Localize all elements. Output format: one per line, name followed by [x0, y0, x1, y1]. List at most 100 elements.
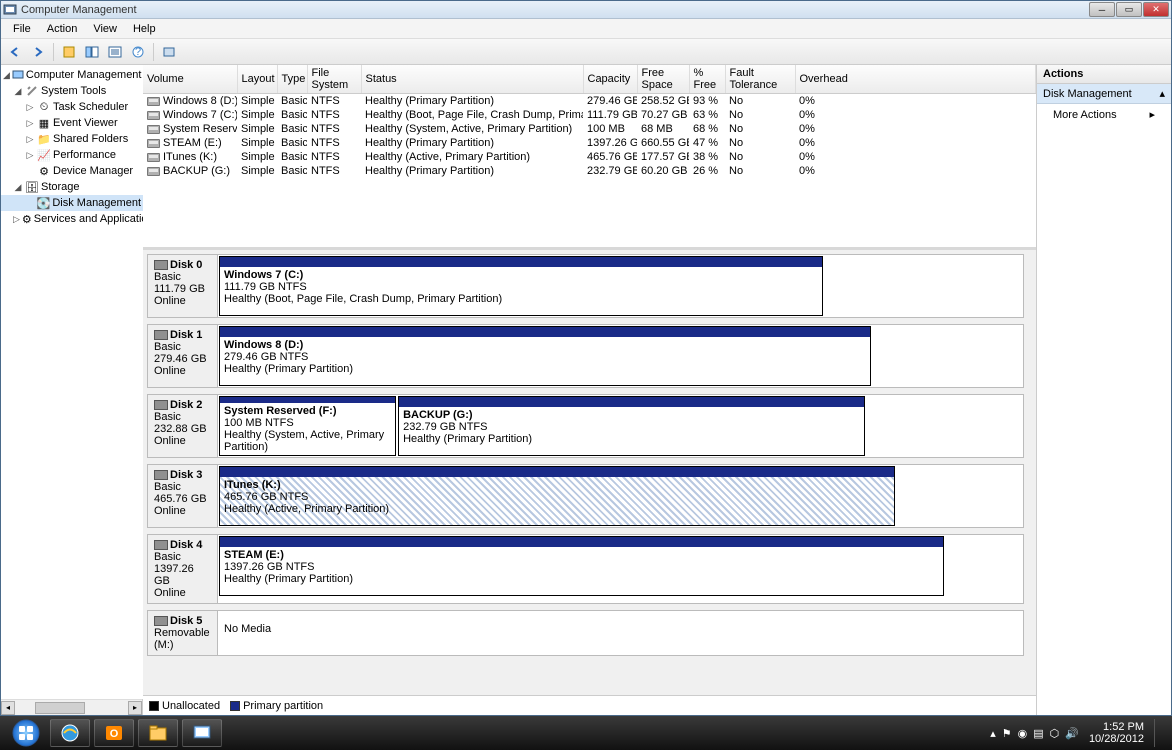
- cell-status: Healthy (Primary Partition): [361, 94, 583, 109]
- cell-pct: 47 %: [689, 136, 725, 150]
- show-desktop-button[interactable]: [1154, 719, 1162, 747]
- taskbar-outlook[interactable]: O: [94, 719, 134, 747]
- taskbar-explorer[interactable]: [138, 719, 178, 747]
- col-status[interactable]: Status: [361, 65, 583, 94]
- actions-section-label: Disk Management: [1043, 88, 1132, 100]
- tree-services-apps[interactable]: ▷⚙Services and Applications: [1, 211, 143, 227]
- partition[interactable]: Windows 7 (C:)111.79 GB NTFSHealthy (Boo…: [219, 256, 823, 316]
- disk-row[interactable]: Disk 5Removable (M:)No Media: [147, 610, 1024, 656]
- cell-volume: Windows 7 (C:): [143, 108, 237, 122]
- menu-file[interactable]: File: [5, 21, 39, 37]
- col-type[interactable]: Type: [277, 65, 307, 94]
- tray-volume-icon[interactable]: 🔊: [1065, 727, 1079, 740]
- partition-strip: STEAM (E:)1397.26 GB NTFSHealthy (Primar…: [218, 535, 1023, 597]
- tree-label: Device Manager: [53, 165, 133, 177]
- tray-up-icon[interactable]: ▴: [990, 727, 996, 740]
- menu-view[interactable]: View: [85, 21, 125, 37]
- expand-icon[interactable]: ▷: [25, 134, 35, 145]
- column-headers[interactable]: Volume Layout Type File System Status Ca…: [143, 65, 1036, 94]
- disk-row[interactable]: Disk 2Basic232.88 GBOnlineSystem Reserve…: [147, 394, 1024, 458]
- tree-storage[interactable]: ◢ 🗄 Storage: [1, 179, 143, 195]
- collapse-icon[interactable]: ◢: [3, 70, 10, 81]
- col-pctfree[interactable]: % Free: [689, 65, 725, 94]
- expand-icon[interactable]: ▷: [13, 214, 20, 225]
- collapse-icon[interactable]: ◢: [13, 182, 23, 193]
- navigation-tree[interactable]: ◢ Computer Management (Local ◢ System To…: [1, 65, 143, 699]
- cell-free: 258.52 GB: [637, 94, 689, 109]
- partition[interactable]: ITunes (K:)465.76 GB NTFSHealthy (Active…: [219, 466, 895, 526]
- table-row[interactable]: Windows 8 (D:)SimpleBasicNTFSHealthy (Pr…: [143, 94, 1036, 109]
- expand-icon[interactable]: ▷: [25, 150, 35, 161]
- close-button[interactable]: ✕: [1143, 2, 1169, 17]
- tray-app2-icon[interactable]: ▤: [1033, 727, 1043, 740]
- partition[interactable]: STEAM (E:)1397.26 GB NTFSHealthy (Primar…: [219, 536, 944, 596]
- minimize-button[interactable]: ─: [1089, 2, 1115, 17]
- partition[interactable]: BACKUP (G:)232.79 GB NTFSHealthy (Primar…: [398, 396, 865, 456]
- expand-icon[interactable]: ▷: [25, 102, 35, 113]
- actions-section[interactable]: Disk Management ▴: [1037, 84, 1171, 104]
- actions-more[interactable]: More Actions ▸: [1037, 104, 1171, 125]
- clock-time: 1:52 PM: [1089, 721, 1144, 733]
- disk-row[interactable]: Disk 3Basic465.76 GBOnlineITunes (K:)465…: [147, 464, 1024, 528]
- tree-shared-folders[interactable]: ▷📁Shared Folders: [1, 131, 143, 147]
- legend: Unallocated Primary partition: [143, 695, 1036, 715]
- refresh-button[interactable]: [105, 42, 125, 62]
- disk-row[interactable]: Disk 4Basic1397.26 GBOnlineSTEAM (E:)139…: [147, 534, 1024, 604]
- col-free[interactable]: Free Space: [637, 65, 689, 94]
- table-row[interactable]: STEAM (E:)SimpleBasicNTFSHealthy (Primar…: [143, 136, 1036, 150]
- tray-network-icon[interactable]: ⬡: [1050, 727, 1060, 740]
- show-hide-tree-button[interactable]: [82, 42, 102, 62]
- expand-icon[interactable]: ▷: [25, 118, 35, 129]
- table-row[interactable]: Windows 7 (C:)SimpleBasicNTFSHealthy (Bo…: [143, 108, 1036, 122]
- tree-task-scheduler[interactable]: ▷⏲Task Scheduler: [1, 99, 143, 115]
- cell-pct: 38 %: [689, 150, 725, 164]
- scroll-left-button[interactable]: ◂: [1, 701, 15, 715]
- help-button[interactable]: ?: [128, 42, 148, 62]
- col-overhead[interactable]: Overhead: [795, 65, 1036, 94]
- tray-app-icon[interactable]: ◉: [1018, 727, 1028, 740]
- partition[interactable]: Windows 8 (D:)279.46 GB NTFSHealthy (Pri…: [219, 326, 871, 386]
- volume-list[interactable]: Volume Layout Type File System Status Ca…: [143, 65, 1036, 250]
- taskbar-compmgmt[interactable]: [182, 719, 222, 747]
- col-filesystem[interactable]: File System: [307, 65, 361, 94]
- disk-graphic-pane[interactable]: Disk 0Basic111.79 GBOnlineWindows 7 (C:)…: [143, 250, 1036, 695]
- col-layout[interactable]: Layout: [237, 65, 277, 94]
- tree-hscrollbar[interactable]: ◂ ▸: [1, 699, 142, 715]
- tree-root[interactable]: ◢ Computer Management (Local: [1, 67, 143, 83]
- properties-button[interactable]: [59, 42, 79, 62]
- start-button[interactable]: [6, 717, 46, 749]
- tree-performance[interactable]: ▷📈Performance: [1, 147, 143, 163]
- tree-disk-management[interactable]: 💽Disk Management: [1, 195, 143, 211]
- settings-button[interactable]: [159, 42, 179, 62]
- system-tray[interactable]: ▴ ⚑ ◉ ▤ ⬡ 🔊 1:52 PM 10/28/2012: [984, 719, 1168, 747]
- table-row[interactable]: ITunes (K:)SimpleBasicNTFSHealthy (Activ…: [143, 150, 1036, 164]
- cell-ov: 0%: [795, 94, 1036, 109]
- taskbar-ie[interactable]: [50, 719, 90, 747]
- cell-ov: 0%: [795, 164, 1036, 178]
- disk-row[interactable]: Disk 1Basic279.46 GBOnlineWindows 8 (D:)…: [147, 324, 1024, 388]
- menu-action[interactable]: Action: [39, 21, 86, 37]
- cell-layout: Simple: [237, 122, 277, 136]
- disk-row[interactable]: Disk 0Basic111.79 GBOnlineWindows 7 (C:)…: [147, 254, 1024, 318]
- tree-event-viewer[interactable]: ▷▦Event Viewer: [1, 115, 143, 131]
- tree-system-tools[interactable]: ◢ System Tools: [1, 83, 143, 99]
- menu-help[interactable]: Help: [125, 21, 164, 37]
- table-row[interactable]: BACKUP (G:)SimpleBasicNTFSHealthy (Prima…: [143, 164, 1036, 178]
- tree-device-manager[interactable]: ⚙Device Manager: [1, 163, 143, 179]
- col-fault[interactable]: Fault Tolerance: [725, 65, 795, 94]
- maximize-button[interactable]: ▭: [1116, 2, 1142, 17]
- taskbar-clock[interactable]: 1:52 PM 10/28/2012: [1085, 721, 1148, 745]
- title-bar[interactable]: Computer Management ─ ▭ ✕: [1, 1, 1171, 19]
- scroll-thumb[interactable]: [35, 702, 85, 714]
- scroll-right-button[interactable]: ▸: [128, 701, 142, 715]
- back-button[interactable]: [5, 42, 25, 62]
- col-capacity[interactable]: Capacity: [583, 65, 637, 94]
- col-volume[interactable]: Volume: [143, 65, 237, 94]
- taskbar[interactable]: O ▴ ⚑ ◉ ▤ ⬡ 🔊 1:52 PM 10/28/2012: [0, 716, 1172, 750]
- tray-action-center-icon[interactable]: ⚑: [1002, 727, 1012, 740]
- collapse-icon[interactable]: ◢: [13, 86, 23, 97]
- partition[interactable]: System Reserved (F:)100 MB NTFSHealthy (…: [219, 396, 396, 456]
- forward-button[interactable]: [28, 42, 48, 62]
- table-row[interactable]: System Reserved (F:)SimpleBasicNTFSHealt…: [143, 122, 1036, 136]
- disk-label: Disk 2Basic232.88 GBOnline: [148, 395, 218, 457]
